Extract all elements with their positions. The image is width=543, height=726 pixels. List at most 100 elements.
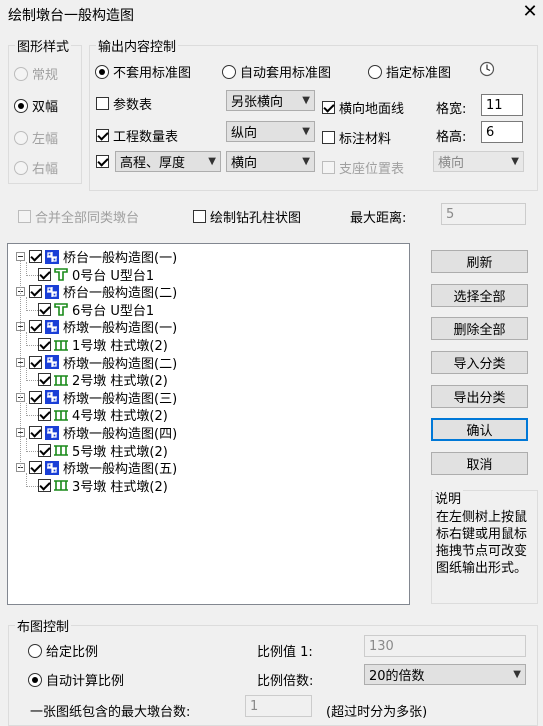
style-left-radio[interactable]: 左幅 xyxy=(14,128,58,147)
select-all-button[interactable]: 选择全部 xyxy=(431,284,528,307)
cancel-button[interactable]: 取消 xyxy=(431,452,528,475)
tree-connector xyxy=(26,380,38,382)
tree-checkbox[interactable] xyxy=(38,302,51,316)
tree-leaf-item[interactable]: 1号墩 柱式墩(2) xyxy=(38,336,168,354)
tree-checkbox[interactable] xyxy=(38,267,51,281)
tree-checkbox[interactable] xyxy=(38,338,51,351)
close-button[interactable]: ✕ xyxy=(521,2,539,22)
quantity-table-combo[interactable]: 纵向 ▼ xyxy=(226,121,315,142)
elevation-type-combo[interactable]: 高程、厚度 ▼ xyxy=(115,151,221,172)
grid-width-input[interactable]: 11 xyxy=(481,94,523,116)
scale-value-input[interactable]: 130 xyxy=(364,635,526,657)
pier-icon xyxy=(54,480,68,492)
no-standard-radio[interactable]: 不套用标准图 xyxy=(95,62,191,81)
chevron-down-icon: ▼ xyxy=(208,156,216,167)
tree-leaf-label: 1号墩 柱式墩(2) xyxy=(72,339,168,354)
tree-group-item[interactable]: 桥墩一般构造图(五) xyxy=(16,459,177,477)
tree-group-item[interactable]: 桥墩一般构造图(三) xyxy=(16,389,178,407)
tree-leaf-item[interactable]: 4号墩 柱式墩(2) xyxy=(38,406,168,425)
tree-connector xyxy=(26,309,38,311)
tree-leaf-item[interactable]: 5号墩 柱式墩(2) xyxy=(38,442,168,460)
tree-leaf-item[interactable]: 6号台 U型台1 xyxy=(38,301,154,319)
ground-line-checkbox[interactable]: 横向地面线 xyxy=(322,98,404,117)
auto-standard-radio[interactable]: 自动套用标准图 xyxy=(222,62,331,81)
tree-group-item[interactable]: 桥台一般构造图(二) xyxy=(16,283,177,301)
tree-checkbox[interactable] xyxy=(29,426,42,439)
layout-group-legend: 布图控制 xyxy=(17,620,70,635)
merge-same-class-checkbox[interactable]: 合并全部同类墩台 xyxy=(18,207,139,226)
tree-checkbox[interactable] xyxy=(29,250,42,263)
drawing-group-icon xyxy=(45,249,59,264)
chevron-down-icon: ▼ xyxy=(513,669,521,680)
style-normal-radio[interactable]: 常规 xyxy=(14,64,58,83)
tree-group-item[interactable]: 桥墩一般构造图(四) xyxy=(16,424,177,442)
tree-connector xyxy=(20,261,21,469)
import-class-button[interactable]: 导入分类 xyxy=(431,351,528,374)
clock-icon[interactable] xyxy=(479,61,495,77)
grid-height-input[interactable]: 6 xyxy=(481,121,523,143)
param-table-combo[interactable]: 另张横向 ▼ xyxy=(226,90,315,111)
collapse-icon[interactable] xyxy=(16,252,25,261)
export-class-button[interactable]: 导出分类 xyxy=(431,385,528,408)
refresh-button[interactable]: 刷新 xyxy=(431,250,528,273)
support-table-checkbox[interactable]: 支座位置表 xyxy=(322,158,404,177)
scale-multiple-combo[interactable]: 20的倍数 ▼ xyxy=(364,664,526,685)
style-double-radio[interactable]: 双幅 xyxy=(14,96,58,115)
tree-checkbox[interactable] xyxy=(38,373,51,387)
tree-leaf-item[interactable]: 2号墩 柱式墩(2) xyxy=(38,371,168,390)
tree-group-item[interactable]: 桥墩一般构造图(二) xyxy=(16,354,177,372)
tree-leaf-label: 4号墩 柱式墩(2) xyxy=(72,409,168,425)
tree-checkbox[interactable] xyxy=(29,390,42,404)
support-direction-combo[interactable]: 横向 ▼ xyxy=(433,151,524,172)
tree-checkbox[interactable] xyxy=(29,285,42,299)
tree-connector xyxy=(26,485,38,487)
max-piers-input[interactable]: 1 xyxy=(245,695,312,717)
chevron-down-icon: ▼ xyxy=(302,156,310,167)
bore-column-checkbox[interactable]: 绘制钻孔柱状图 xyxy=(193,207,301,226)
checkbox-indicator xyxy=(96,129,109,142)
ok-button[interactable]: 确认 xyxy=(431,418,528,441)
mark-material-checkbox[interactable]: 标注材料 xyxy=(322,128,391,147)
checkbox-indicator xyxy=(18,210,31,223)
tree-checkbox[interactable] xyxy=(38,478,51,492)
tree-checkbox[interactable] xyxy=(29,461,42,475)
tree-leaf-label: 2号墩 柱式墩(2) xyxy=(72,374,168,390)
checkbox-indicator xyxy=(193,210,206,223)
checkbox-indicator xyxy=(322,101,335,114)
given-scale-radio[interactable]: 给定比例 xyxy=(28,641,98,660)
tree-group-item[interactable]: 桥墩一般构造图(一) xyxy=(16,318,178,337)
specify-standard-radio[interactable]: 指定标准图 xyxy=(368,62,451,81)
param-table-checkbox[interactable]: 参数表 xyxy=(96,94,152,113)
tree-checkbox[interactable] xyxy=(29,320,42,334)
info-box: 说明 在左侧树上按鼠标右键或用鼠标拖拽节点可改变图纸输出形式。 xyxy=(431,488,538,604)
max-distance-input[interactable]: 5 xyxy=(441,203,526,225)
tree-checkbox[interactable] xyxy=(38,443,51,457)
tree-leaf-item[interactable]: 3号墩 柱式墩(2) xyxy=(38,477,168,495)
style-right-radio[interactable]: 右幅 xyxy=(14,158,58,177)
tree-group-label: 桥墩一般构造图(三) xyxy=(63,391,178,407)
tree-leaf-item[interactable]: 0号台 U型台1 xyxy=(38,266,154,284)
tree-checkbox[interactable] xyxy=(38,408,51,422)
tree-group-item[interactable]: 桥台一般构造图(一) xyxy=(16,248,177,266)
output-group-legend: 输出内容控制 xyxy=(98,40,177,55)
drawing-group-icon xyxy=(45,390,59,405)
drawing-group-icon xyxy=(45,425,59,440)
window-title: 绘制墩台一般构造图 xyxy=(8,8,134,24)
elevation-checkbox[interactable] xyxy=(96,155,113,168)
radio-indicator xyxy=(14,98,28,113)
radio-indicator xyxy=(368,64,382,79)
tree-leaf-label: 3号墩 柱式墩(2) xyxy=(72,479,168,495)
radio-indicator xyxy=(28,643,42,658)
auto-scale-radio[interactable]: 自动计算比例 xyxy=(28,670,124,689)
checkbox-indicator xyxy=(322,131,335,144)
quantity-table-checkbox[interactable]: 工程数量表 xyxy=(96,126,178,145)
grid-height-label: 格高: xyxy=(436,130,467,145)
elevation-direction-combo[interactable]: 横向 ▼ xyxy=(226,151,315,172)
tree-checkbox[interactable] xyxy=(29,355,42,369)
tree-group-label: 桥墩一般构造图(一) xyxy=(63,321,178,337)
delete-all-button[interactable]: 删除全部 xyxy=(431,317,528,340)
chevron-down-icon: ▼ xyxy=(302,126,310,137)
info-text: 在左侧树上按鼠标右键或用鼠标拖拽节点可改变图纸输出形式。 xyxy=(436,510,528,576)
drawing-tree[interactable]: 桥台一般构造图(一) 0号台 U型台1 桥台一般构造图(二) 6号台 U型台1 桥墩一般… xyxy=(7,243,410,605)
grid-width-label: 格宽: xyxy=(436,102,467,117)
